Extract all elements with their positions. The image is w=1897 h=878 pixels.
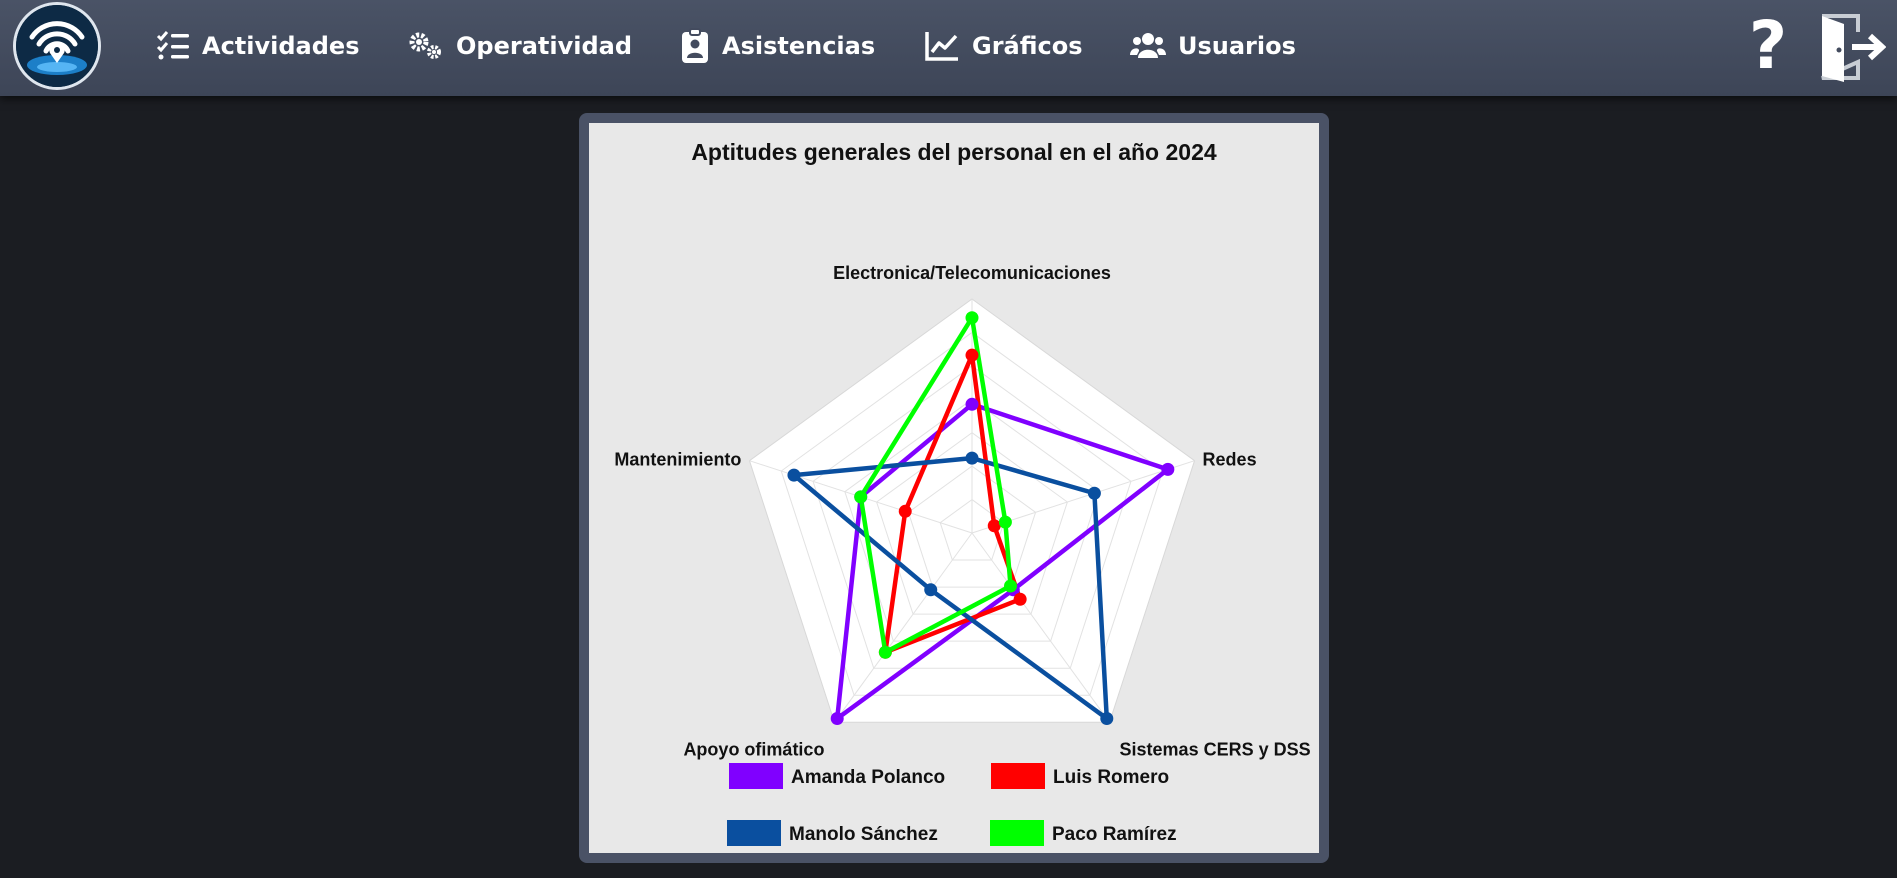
- chart-title: Aptitudes generales del personal en el a…: [691, 139, 1217, 165]
- data-point: [965, 348, 979, 362]
- legend-label: Manolo Sánchez: [789, 824, 938, 845]
- data-point: [787, 468, 801, 482]
- nav-label: Asistencias: [722, 32, 876, 60]
- data-point: [1161, 462, 1175, 476]
- legend-item: Manolo Sánchez: [727, 820, 938, 846]
- legend-swatch: [729, 763, 783, 789]
- door-exit-icon: [1821, 14, 1887, 82]
- data-point: [898, 504, 912, 518]
- chart-panel: Aptitudes generales del personal en el a…: [589, 123, 1319, 853]
- data-point: [998, 515, 1012, 529]
- radar-chart: Aptitudes generales del personal en el a…: [614, 139, 1311, 846]
- data-point: [987, 519, 1001, 533]
- chart-line-icon: [925, 32, 958, 61]
- gears-icon: [409, 32, 441, 59]
- nav-actividades[interactable]: Actividades: [156, 28, 360, 64]
- data-point: [965, 311, 979, 325]
- data-point: [1004, 579, 1018, 593]
- axis-label: Mantenimiento: [614, 450, 741, 470]
- nav-label: Usuarios: [1178, 32, 1296, 60]
- data-point: [1100, 712, 1114, 726]
- data-point: [1013, 592, 1027, 606]
- chart-card: Aptitudes generales del personal en el a…: [579, 113, 1329, 863]
- legend-item: Amanda Polanco: [729, 763, 945, 789]
- legend-swatch: [990, 820, 1044, 846]
- nav-operatividad[interactable]: Operatividad: [408, 28, 632, 64]
- legend-item: Luis Romero: [991, 763, 1169, 789]
- wifi-location-logo-icon: [16, 5, 98, 87]
- legend-swatch: [727, 820, 781, 846]
- data-point: [830, 712, 844, 726]
- logout-button[interactable]: [1818, 12, 1887, 82]
- help-button[interactable]: ?: [1745, 10, 1791, 82]
- nav-label: Operatividad: [456, 32, 633, 60]
- legend-label: Luis Romero: [1053, 767, 1169, 788]
- data-point: [924, 583, 938, 597]
- nav-label: Actividades: [202, 32, 360, 60]
- clipboard-user-icon: [682, 28, 708, 63]
- axis-label: Sistemas CERS y DSS: [1120, 739, 1311, 759]
- data-point: [878, 645, 892, 659]
- nav-graficos[interactable]: Gráficos: [924, 28, 1083, 64]
- users-icon: [1130, 33, 1166, 58]
- list-check-icon: [156, 31, 189, 60]
- data-point: [965, 397, 979, 411]
- app-logo[interactable]: [13, 2, 101, 90]
- legend-swatch: [991, 763, 1045, 789]
- axis-label: Electronica/Telecomunicaciones: [833, 263, 1111, 283]
- legend-label: Paco Ramírez: [1052, 824, 1177, 845]
- nav-label: Gráficos: [972, 32, 1083, 60]
- top-navbar: Actividades Operatividad Asistencias Grá…: [0, 0, 1897, 96]
- nav-asistencias[interactable]: Asistencias: [680, 28, 875, 64]
- data-point: [854, 490, 868, 504]
- nav-usuarios[interactable]: Usuarios: [1130, 28, 1296, 64]
- axis-label: Redes: [1203, 450, 1257, 470]
- data-point: [1087, 486, 1101, 500]
- legend-label: Amanda Polanco: [791, 767, 945, 788]
- legend-item: Paco Ramírez: [990, 820, 1177, 846]
- axis-label: Apoyo ofimático: [683, 739, 824, 759]
- data-point: [965, 451, 979, 465]
